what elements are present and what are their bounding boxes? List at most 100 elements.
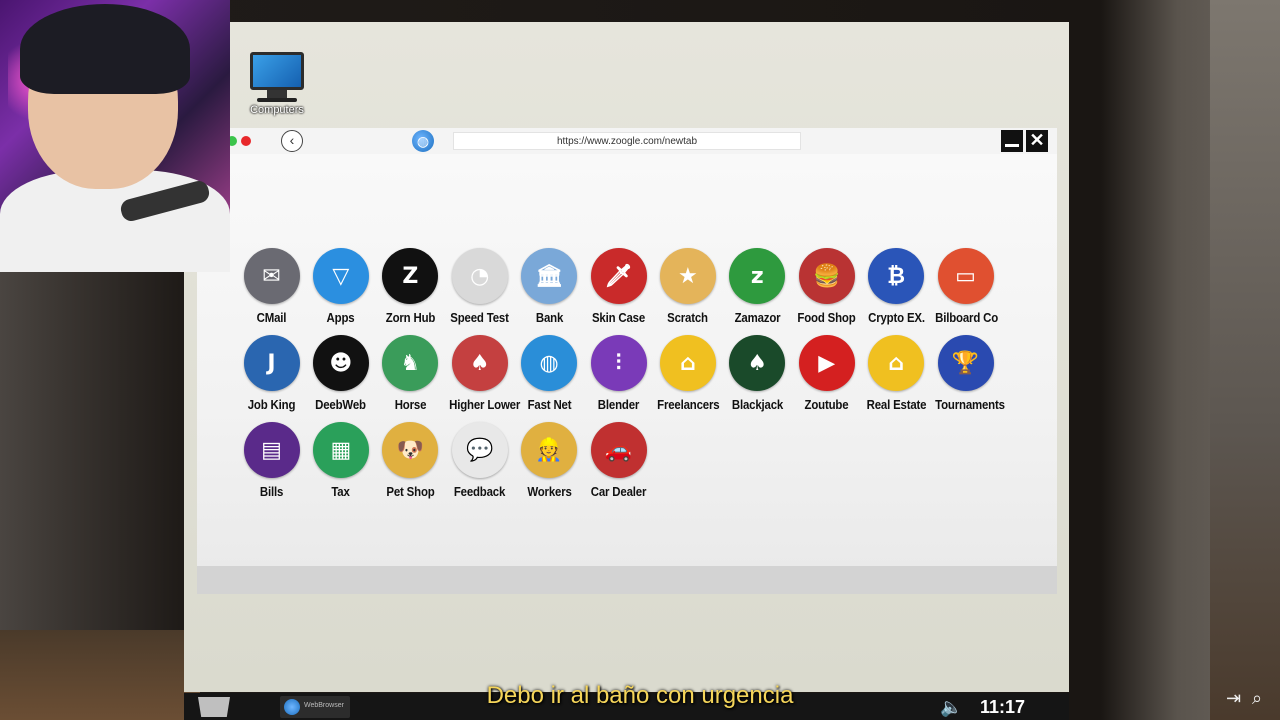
app-label: CMail [256,310,287,325]
back-arrow-icon: ‹ [289,132,295,148]
app-label: Pet Shop [386,484,435,499]
webcam-overlay [0,0,230,272]
app-speed-test[interactable]: ◔ Speed Test [445,248,514,325]
app-bank[interactable]: 🏛 Bank [515,248,584,325]
app-horse[interactable]: ♞ Horse [376,335,445,412]
room-wall [1210,0,1280,720]
app-job-king[interactable]: J Job King [237,335,306,412]
browser-statusbar [197,566,1057,594]
app-label: Tax [331,484,351,499]
app-label: Blender [597,397,640,412]
url-bar[interactable]: https://www.zoogle.com/newtab [453,132,801,150]
app-skin-case[interactable]: 🗡 Skin Case [584,248,653,325]
app-blender[interactable]: ⫶ Blender [584,335,653,412]
app-zamazor[interactable]: z Zamazor [723,248,792,325]
crypto-icon: ₿ [868,248,925,304]
app-bilboard-co[interactable]: ▭ Bilboard Co [931,248,1000,325]
app-label: Fast Net [527,397,571,412]
horse-icon: ♞ [382,335,439,391]
play-icon: ▶ [798,335,855,391]
close-button[interactable]: ✕ [1026,130,1048,152]
subtitle-text: Debo ir al baño con urgencia [486,682,794,709]
mask-icon: ☻ [312,335,369,391]
app-label: Feedback [454,484,506,499]
app-label: Bank [535,310,563,325]
app-pet-shop[interactable]: 🐶 Pet Shop [376,422,445,499]
desktop-icon-computers[interactable]: Computers [242,52,312,116]
bill-icon: ▤ [243,422,300,478]
browser-titlebar: ‹ ◍ https://www.zoogle.com/newtab ✕ [197,128,1057,154]
back-button[interactable]: ‹ [281,130,303,152]
app-label: Food Shop [797,310,856,325]
exit-icon[interactable]: ⇥ [1226,688,1241,709]
app-feedback[interactable]: 💬 Feedback [445,422,514,499]
zamazor-icon: z [729,248,786,304]
app-label: Horse [394,397,427,412]
mail-icon: ✉ [243,248,300,304]
mixer-icon: ⫶ [590,335,647,391]
app-tax[interactable]: ▦ Tax [306,422,375,499]
worker-icon: 👷 [521,422,578,478]
app-label: Apps [326,310,355,325]
app-label: Skin Case [591,310,646,325]
globe-icon: ◍ [521,335,578,391]
app-deebweb[interactable]: ☻ DeebWeb [306,335,375,412]
app-zoutube[interactable]: ▶ Zoutube [792,335,861,412]
app-label: Real Estate [866,397,926,412]
app-food-shop[interactable]: 🍔 Food Shop [792,248,861,325]
cards-icon: ♠ [451,335,508,391]
app-label: Zorn Hub [385,310,436,325]
bank-icon: 🏛 [521,248,578,304]
desktop-icon-label: Computers [250,104,304,116]
app-label: Bilboard Co [935,310,999,325]
app-label: Zamazor [734,310,781,325]
chat-icon: 💬 [451,422,508,478]
app-fast-net[interactable]: ◍ Fast Net [515,335,584,412]
scene: Computers ‹ ◍ https://www.zoogle.com/new… [0,0,1280,720]
monitor-screen: Computers ‹ ◍ https://www.zoogle.com/new… [184,22,1069,692]
zornhub-icon: Z [382,248,439,304]
app-tournaments[interactable]: 🏆 Tournaments [931,335,1005,412]
dog-icon: 🐶 [382,422,439,478]
app-label: Tournaments [935,397,1005,412]
app-workers[interactable]: 👷 Workers [515,422,584,499]
app-real-estate[interactable]: ⌂ Real Estate [862,335,931,412]
app-blackjack[interactable]: ♠ Blackjack [723,335,792,412]
minimize-icon [1005,144,1019,147]
close-icon: ✕ [1029,130,1045,150]
app-label: Bills [259,484,284,499]
blackjack-icon: ♠ [729,335,786,391]
globe-icon[interactable]: ◍ [412,130,434,152]
app-label: Job King [247,397,296,412]
jobking-icon: J [243,335,300,391]
search-icon[interactable]: ⌕ [1252,688,1262,709]
app-zorn-hub[interactable]: Z Zorn Hub [376,248,445,325]
knife-icon: 🗡 [590,248,647,304]
minimize-button[interactable] [1001,130,1023,152]
house-icon: ⌂ [868,335,925,391]
app-label: Freelancers [657,397,720,412]
app-label: Higher Lower [449,397,521,412]
trophy-icon: 🏆 [937,335,994,391]
app-scratch[interactable]: ★ Scratch [653,248,722,325]
apps-icon: ▽ [312,248,369,304]
app-higher-lower[interactable]: ♠ Higher Lower [445,335,521,412]
app-car-dealer[interactable]: 🚗 Car Dealer [584,422,653,499]
computer-icon [242,52,312,102]
car-icon: 🚗 [590,422,647,478]
tax-icon: ▦ [312,422,369,478]
browser-window: ‹ ◍ https://www.zoogle.com/newtab ✕ ✉ CMa… [197,128,1057,594]
app-apps[interactable]: ▽ Apps [306,248,375,325]
app-cmail[interactable]: ✉ CMail [237,248,306,325]
app-bills[interactable]: ▤ Bills [237,422,306,499]
freelancer-icon: ⌂ [659,335,716,391]
burger-icon: 🍔 [798,248,855,304]
app-label: Speed Test [450,310,509,325]
app-label: DeebWeb [315,397,367,412]
speedometer-icon: ◔ [451,248,508,304]
app-crypto-ex[interactable]: ₿ Crypto EX. [862,248,931,325]
status-dot-red [241,136,251,146]
app-label: Blackjack [731,397,783,412]
app-label: Car Dealer [590,484,647,499]
app-freelancers[interactable]: ⌂ Freelancers [653,335,722,412]
